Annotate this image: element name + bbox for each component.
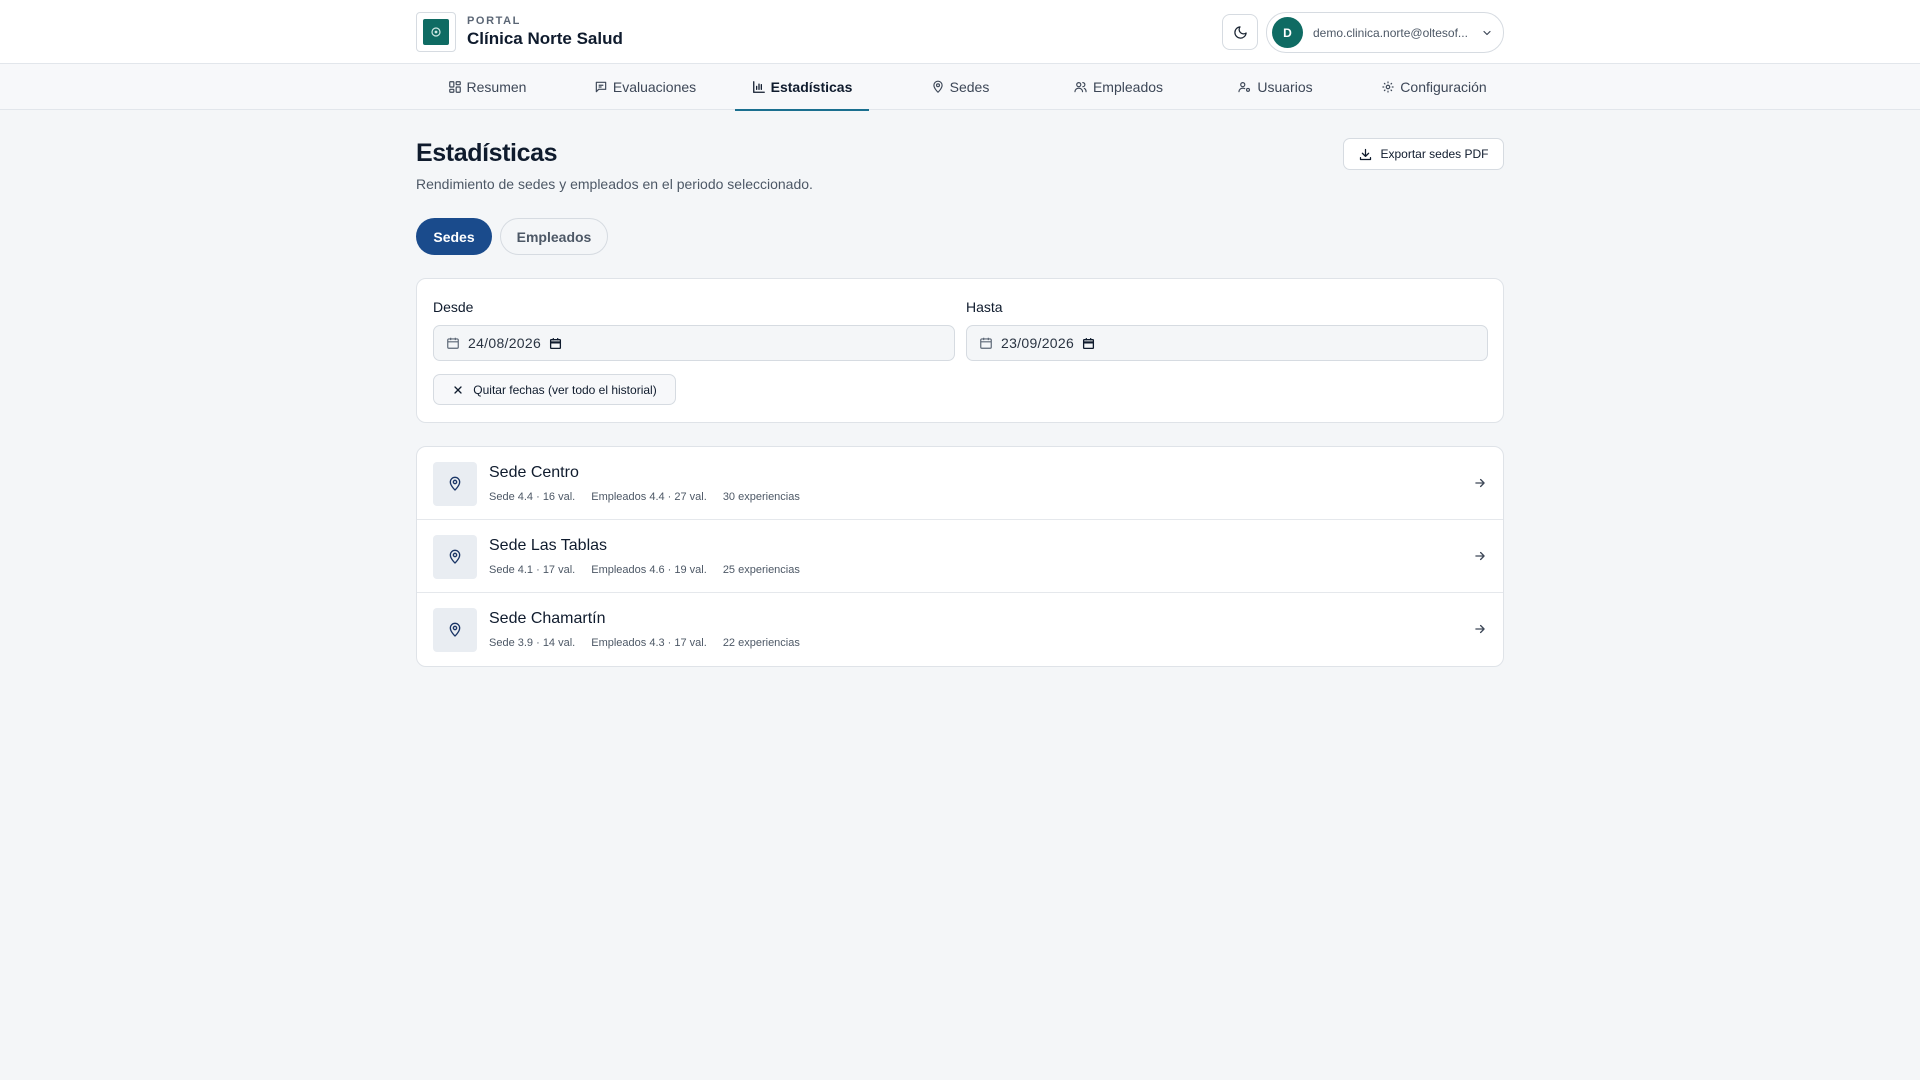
from-date-input[interactable]: 24/08/2026 — [433, 325, 955, 361]
tab-configuracion[interactable]: Configuración — [1376, 64, 1492, 110]
segment-sedes[interactable]: Sedes — [416, 218, 492, 255]
to-date-label: Hasta — [966, 299, 1003, 315]
page-subtitle: Rendimiento de sedes y empleados en el p… — [416, 176, 813, 192]
tab-estadisticas-label: Estadísticas — [770, 79, 853, 95]
map-pin-icon — [433, 535, 477, 579]
export-pdf-button[interactable]: Exportar sedes PDF — [1343, 138, 1504, 170]
employees-rating: Empleados 4.4 · 27 val. — [591, 491, 707, 503]
experiences-count: 30 experiencias — [722, 491, 800, 503]
brand-kicker: PORTAL — [467, 15, 522, 27]
page-title: Estadísticas — [416, 139, 558, 167]
calendar-picker-icon[interactable] — [1082, 337, 1095, 350]
user-menu-button[interactable]: D demo.clinica.norte@oltesof... — [1266, 12, 1504, 53]
employees-rating: Empleados 4.6 · 19 val. — [591, 564, 707, 576]
map-pin-icon — [433, 608, 477, 652]
tab-empleados-label: Empleados — [1092, 79, 1164, 95]
calendar-picker-icon[interactable] — [549, 337, 562, 350]
arrow-right-icon — [1473, 622, 1487, 636]
tab-configuracion-label: Configuración — [1400, 79, 1487, 95]
segment-empleados[interactable]: Empleados — [500, 218, 608, 255]
from-date-label: Desde — [433, 299, 474, 315]
tab-resumen[interactable]: Resumen — [432, 64, 542, 110]
sedes-list: Sede Centro Sede 4.4 · 16 val. Empleados… — [416, 446, 1504, 667]
sede-name: Sede Centro — [489, 464, 579, 481]
tab-sedes-label: Sedes — [949, 79, 990, 95]
sede-name: Sede Las Tablas — [489, 537, 608, 554]
moon-icon — [1233, 25, 1248, 40]
avatar: D — [1272, 17, 1303, 48]
calendar-icon — [979, 336, 993, 350]
list-item[interactable]: Sede Centro Sede 4.4 · 16 val. Empleados… — [417, 447, 1503, 520]
sede-name: Sede Chamartín — [489, 610, 606, 627]
tab-resumen-label: Resumen — [466, 79, 527, 95]
map-pin-icon — [433, 462, 477, 506]
sede-rating: Sede 4.4 · 16 val. — [489, 491, 576, 503]
map-pin-icon — [931, 80, 945, 94]
employees-rating: Empleados 4.3 · 17 val. — [591, 637, 707, 649]
tab-evaluaciones-label: Evaluaciones — [612, 79, 697, 95]
to-date-input[interactable]: 23/09/2026 — [966, 325, 1488, 361]
clinic-logo-mark — [423, 19, 449, 45]
to-date-value: 23/09/2026 — [1001, 335, 1075, 351]
arrow-right-icon — [1473, 476, 1487, 490]
chevron-down-icon — [1481, 27, 1493, 39]
tab-estadisticas[interactable]: Estadísticas — [735, 64, 869, 111]
brand[interactable]: PORTAL Clínica Norte Salud — [416, 12, 623, 52]
tab-usuarios-label: Usuarios — [1257, 79, 1313, 95]
sede-rating: Sede 4.1 · 17 val. — [489, 564, 576, 576]
download-icon — [1358, 147, 1373, 162]
clinic-logo — [416, 12, 456, 52]
tab-usuarios[interactable]: Usuarios — [1228, 64, 1322, 110]
message-icon — [594, 80, 608, 94]
date-filter-card: Desde 24/08/2026 Hasta 23/09/2026 Quitar… — [416, 278, 1504, 423]
list-item[interactable]: Sede Las Tablas Sede 4.1 · 17 val. Emple… — [417, 520, 1503, 593]
experiences-count: 22 experiencias — [722, 637, 800, 649]
user-email: demo.clinica.norte@oltesof... — [1313, 25, 1468, 40]
theme-toggle-button[interactable] — [1222, 14, 1258, 50]
clear-dates-button[interactable]: Quitar fechas (ver todo el historial) — [433, 374, 676, 405]
tab-evaluaciones[interactable]: Evaluaciones — [580, 64, 710, 110]
calendar-icon — [446, 336, 460, 350]
main-nav: Resumen Evaluaciones Estadísticas Sedes … — [0, 64, 1920, 111]
close-icon — [452, 384, 464, 396]
top-header: PORTAL Clínica Norte Salud D demo.clinic… — [0, 0, 1920, 64]
gear-icon — [1381, 80, 1395, 94]
organization-name: Clínica Norte Salud — [467, 29, 623, 48]
list-item[interactable]: Sede Chamartín Sede 3.9 · 14 val. Emplea… — [417, 593, 1503, 666]
from-date-value: 24/08/2026 — [468, 335, 542, 351]
export-pdf-label: Exportar sedes PDF — [1380, 147, 1489, 161]
sede-rating: Sede 3.9 · 14 val. — [489, 637, 576, 649]
user-cog-icon — [1237, 80, 1252, 94]
grid-icon — [448, 80, 462, 94]
clear-dates-label: Quitar fechas (ver todo el historial) — [473, 382, 657, 397]
bar-chart-icon — [752, 80, 766, 94]
users-icon — [1073, 80, 1088, 94]
tab-sedes[interactable]: Sedes — [918, 64, 1002, 110]
tab-empleados[interactable]: Empleados — [1063, 64, 1173, 110]
arrow-right-icon — [1473, 549, 1487, 563]
experiences-count: 25 experiencias — [722, 564, 800, 576]
